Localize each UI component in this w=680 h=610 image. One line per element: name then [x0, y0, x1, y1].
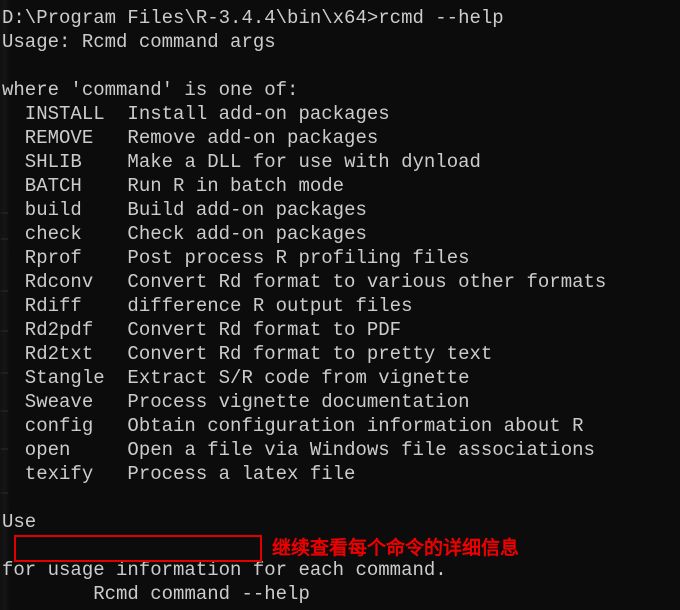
- command-row: REMOVE Remove add-on packages: [0, 126, 680, 150]
- command-name: SHLIB: [2, 151, 82, 173]
- command-description: Make a DLL for use with dynload: [81, 151, 481, 173]
- command-description: difference R output files: [81, 295, 413, 317]
- command-name: open: [2, 439, 71, 461]
- command-row: config Obtain configuration information …: [0, 414, 680, 438]
- command-description: Obtain configuration information about R: [93, 415, 584, 437]
- command-name: BATCH: [2, 175, 82, 197]
- command-description: Convert Rd format to various other forma…: [93, 271, 607, 293]
- command-description: Install add-on packages: [104, 103, 390, 125]
- command-name: INSTALL: [2, 103, 105, 125]
- red-highlight-box: [14, 535, 262, 562]
- command-row: Stangle Extract S/R code from vignette: [0, 366, 680, 390]
- command-row: check Check add-on packages: [0, 222, 680, 246]
- command-name: Rdconv: [2, 271, 94, 293]
- for-usage-line: for usage information for each command.: [2, 559, 447, 581]
- command-description: Run R in batch mode: [81, 175, 345, 197]
- command-row: Rdconv Convert Rd format to various othe…: [0, 270, 680, 294]
- command-row: Rdiff difference R output files: [0, 294, 680, 318]
- command-name: Rprof: [2, 247, 82, 269]
- chinese-annotation: 继续查看每个命令的详细信息: [272, 537, 520, 559]
- command-name: Rdiff: [2, 295, 82, 317]
- use-line: Use: [2, 511, 37, 533]
- highlighted-command-line: Rcmd command --help 继续查看每个命令的详细信息: [0, 534, 680, 605]
- command-description: Process a latex file: [93, 463, 356, 485]
- command-description: Post process R profiling files: [81, 247, 470, 269]
- command-name: Rd2txt: [2, 343, 94, 365]
- command-row: Rd2txt Convert Rd format to pretty text: [0, 342, 680, 366]
- command-row: Sweave Process vignette documentation: [0, 390, 680, 414]
- command-name: Stangle: [2, 367, 105, 389]
- command-description: Convert Rd format to pretty text: [93, 343, 493, 365]
- command-name: check: [2, 223, 82, 245]
- command-description: Remove add-on packages: [93, 127, 379, 149]
- command-name: REMOVE: [2, 127, 94, 149]
- command-name: build: [2, 199, 82, 221]
- terminal-output[interactable]: D:\Program Files\R-3.4.4\bin\x64>rcmd --…: [0, 0, 680, 605]
- command-row: Rd2pdf Convert Rd format to PDF: [0, 318, 680, 342]
- usage-line: Usage: Rcmd command args: [2, 31, 276, 53]
- command-name: config: [2, 415, 94, 437]
- command-name: Rd2pdf: [2, 319, 94, 341]
- highlighted-command-text: Rcmd command --help: [70, 583, 310, 605]
- command-description: Build add-on packages: [81, 199, 367, 221]
- prompt-line: D:\Program Files\R-3.4.4\bin\x64>rcmd --…: [2, 7, 504, 29]
- command-row: INSTALL Install add-on packages: [0, 102, 680, 126]
- command-description: Check add-on packages: [81, 223, 367, 245]
- command-row: open Open a file via Windows file associ…: [0, 438, 680, 462]
- command-name: texify: [2, 463, 94, 485]
- command-row: SHLIB Make a DLL for use with dynload: [0, 150, 680, 174]
- command-description: Convert Rd format to PDF: [93, 319, 402, 341]
- command-row: build Build add-on packages: [0, 198, 680, 222]
- command-description: Process vignette documentation: [93, 391, 470, 413]
- command-row: Rprof Post process R profiling files: [0, 246, 680, 270]
- command-name: Sweave: [2, 391, 94, 413]
- command-description: Open a file via Windows file association…: [70, 439, 595, 461]
- command-row: BATCH Run R in batch mode: [0, 174, 680, 198]
- command-row: texify Process a latex file: [0, 462, 680, 486]
- command-prompt-window: D:\Program Files\R-3.4.4\bin\x64>rcmd --…: [0, 0, 680, 610]
- where-command-line: where 'command' is one of:: [2, 79, 299, 101]
- command-description: Extract S/R code from vignette: [104, 367, 470, 389]
